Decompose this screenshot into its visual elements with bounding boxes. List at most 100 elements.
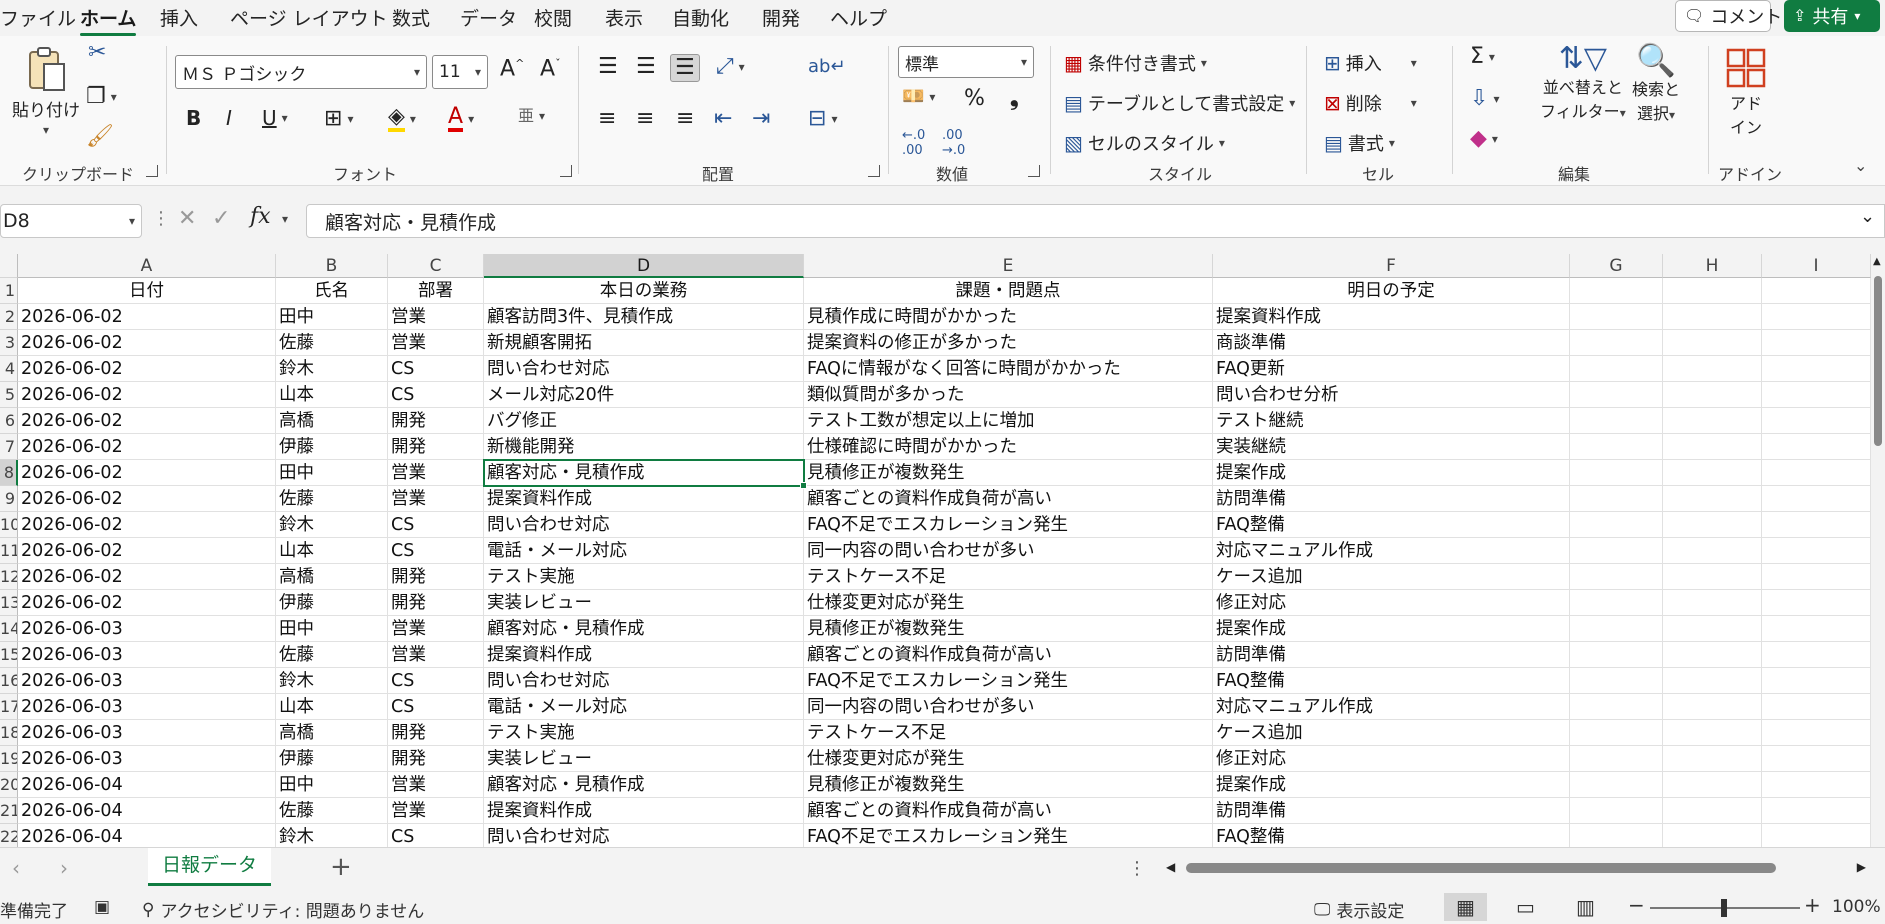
table-cell[interactable]: 問い合わせ分析 <box>1213 382 1570 408</box>
table-cell[interactable]: 佐藤 <box>276 330 388 356</box>
table-cell[interactable]: 営業 <box>388 486 484 512</box>
table-cell[interactable]: 顧客対応・見積作成 <box>484 460 804 486</box>
column-header-a[interactable]: A <box>18 254 276 278</box>
table-cell[interactable] <box>1663 512 1762 538</box>
table-cell[interactable] <box>1570 590 1663 616</box>
table-cell[interactable]: 2026-06-03 <box>18 642 276 668</box>
table-cell[interactable] <box>1762 798 1871 824</box>
row-header[interactable]: 3 <box>0 330 18 356</box>
header-cell[interactable]: 明日の予定 <box>1213 278 1570 304</box>
table-cell[interactable] <box>1663 720 1762 746</box>
table-cell[interactable] <box>1570 304 1663 330</box>
page-layout-view-icon[interactable]: ▭ <box>1516 895 1535 919</box>
table-cell[interactable] <box>1570 824 1663 847</box>
table-cell[interactable]: FAQ不足でエスカレーション発生 <box>804 668 1213 694</box>
table-cell[interactable]: 田中 <box>276 304 388 330</box>
scroll-left-icon[interactable]: ◀ <box>1166 860 1175 874</box>
table-cell[interactable]: 開発 <box>388 408 484 434</box>
table-cell[interactable]: 対応マニュアル作成 <box>1213 538 1570 564</box>
table-cell[interactable]: 見積修正が複数発生 <box>804 460 1213 486</box>
table-cell[interactable] <box>1570 564 1663 590</box>
sheet-tab-daily-report[interactable]: 日報データ <box>148 848 272 886</box>
table-cell[interactable] <box>1663 564 1762 590</box>
table-cell[interactable]: 2026-06-03 <box>18 746 276 772</box>
table-cell[interactable]: 2026-06-04 <box>18 772 276 798</box>
ribbon-tab[interactable]: 挿入 <box>160 4 198 31</box>
table-cell[interactable]: 2026-06-02 <box>18 330 276 356</box>
table-cell[interactable]: FAQ更新 <box>1213 356 1570 382</box>
row-header[interactable]: 21 <box>0 798 18 824</box>
table-cell[interactable]: 問い合わせ対応 <box>484 824 804 847</box>
number-launcher[interactable] <box>1028 165 1040 177</box>
table-cell[interactable]: 同一内容の問い合わせが多い <box>804 538 1213 564</box>
add-sheet-icon[interactable]: + <box>330 852 352 882</box>
table-cell[interactable]: 見積作成に時間がかかった <box>804 304 1213 330</box>
table-cell[interactable]: 鈴木 <box>276 512 388 538</box>
vertical-scroll-thumb[interactable] <box>1874 276 1882 446</box>
table-cell[interactable] <box>1663 434 1762 460</box>
comma-style-button[interactable]: ❟ <box>1010 88 1019 110</box>
prev-sheet-icon[interactable]: ‹ <box>12 856 20 880</box>
table-cell[interactable]: FAQ整備 <box>1213 668 1570 694</box>
ribbon-tab[interactable]: 自動化 <box>672 4 729 31</box>
name-box[interactable]: D8 ▾ <box>0 204 142 238</box>
table-cell[interactable] <box>1762 382 1871 408</box>
cancel-entry-icon[interactable]: ✕ <box>178 206 196 231</box>
table-cell[interactable]: テストケース不足 <box>804 564 1213 590</box>
increase-indent-button[interactable]: ⇥ <box>752 108 770 130</box>
table-cell[interactable]: FAQ整備 <box>1213 512 1570 538</box>
table-cell[interactable]: 営業 <box>388 616 484 642</box>
table-cell[interactable]: 商談準備 <box>1213 330 1570 356</box>
column-header-b[interactable]: B <box>276 254 388 278</box>
horizontal-scroll-thumb[interactable] <box>1186 863 1776 873</box>
font-color-button[interactable]: A ▾ <box>448 106 474 132</box>
table-cell[interactable] <box>1762 642 1871 668</box>
normal-view-icon[interactable]: ▦ <box>1444 893 1487 921</box>
table-cell[interactable] <box>1663 356 1762 382</box>
table-cell[interactable] <box>1570 512 1663 538</box>
table-cell[interactable]: テスト実施 <box>484 720 804 746</box>
column-header-e[interactable]: E <box>804 254 1213 278</box>
underline-button[interactable]: U ▾ <box>262 108 288 128</box>
table-cell[interactable]: CS <box>388 356 484 382</box>
table-cell[interactable]: 開発 <box>388 590 484 616</box>
table-cell[interactable]: 営業 <box>388 330 484 356</box>
table-cell[interactable] <box>1570 408 1663 434</box>
table-cell[interactable]: 提案作成 <box>1213 460 1570 486</box>
column-header-i[interactable]: I <box>1762 254 1871 278</box>
table-cell[interactable] <box>1762 668 1871 694</box>
table-cell[interactable] <box>1663 772 1762 798</box>
table-cell[interactable]: 高橋 <box>276 408 388 434</box>
italic-button[interactable]: I <box>226 108 232 128</box>
table-cell[interactable]: テストケース不足 <box>804 720 1213 746</box>
font-size-select[interactable]: 11 ▾ <box>432 55 488 89</box>
zoom-slider-thumb[interactable] <box>1721 899 1727 917</box>
column-header-c[interactable]: C <box>388 254 484 278</box>
table-cell[interactable]: 問い合わせ対応 <box>484 668 804 694</box>
table-cell[interactable] <box>1762 616 1871 642</box>
table-cell[interactable]: FAQ整備 <box>1213 824 1570 847</box>
table-cell[interactable]: 顧客訪問3件、見積作成 <box>484 304 804 330</box>
table-cell[interactable]: 鈴木 <box>276 668 388 694</box>
table-cell[interactable]: 2026-06-02 <box>18 460 276 486</box>
row-header[interactable]: 17 <box>0 694 18 720</box>
table-cell[interactable]: 山本 <box>276 382 388 408</box>
wrap-text-button[interactable]: ab↵ <box>808 58 846 76</box>
table-cell[interactable] <box>1762 408 1871 434</box>
table-cell[interactable] <box>1663 330 1762 356</box>
column-header-h[interactable]: H <box>1663 254 1762 278</box>
decrease-font-button[interactable]: Aˇ <box>540 58 561 80</box>
table-cell[interactable]: 2026-06-02 <box>18 512 276 538</box>
paste-button[interactable]: 貼り付け ▾ <box>12 46 80 137</box>
table-cell[interactable]: 2026-06-03 <box>18 668 276 694</box>
table-cell[interactable]: 2026-06-02 <box>18 538 276 564</box>
table-cell[interactable] <box>1762 512 1871 538</box>
table-cell[interactable] <box>1663 460 1762 486</box>
table-cell[interactable]: 2026-06-02 <box>18 564 276 590</box>
table-cell[interactable] <box>1663 304 1762 330</box>
formula-input[interactable]: 顧客対応・見積作成 <box>306 204 1885 238</box>
page-break-view-icon[interactable]: ▥ <box>1576 895 1595 919</box>
column-header-d[interactable]: D <box>484 254 804 278</box>
table-cell[interactable]: 営業 <box>388 642 484 668</box>
table-cell[interactable]: テスト実施 <box>484 564 804 590</box>
